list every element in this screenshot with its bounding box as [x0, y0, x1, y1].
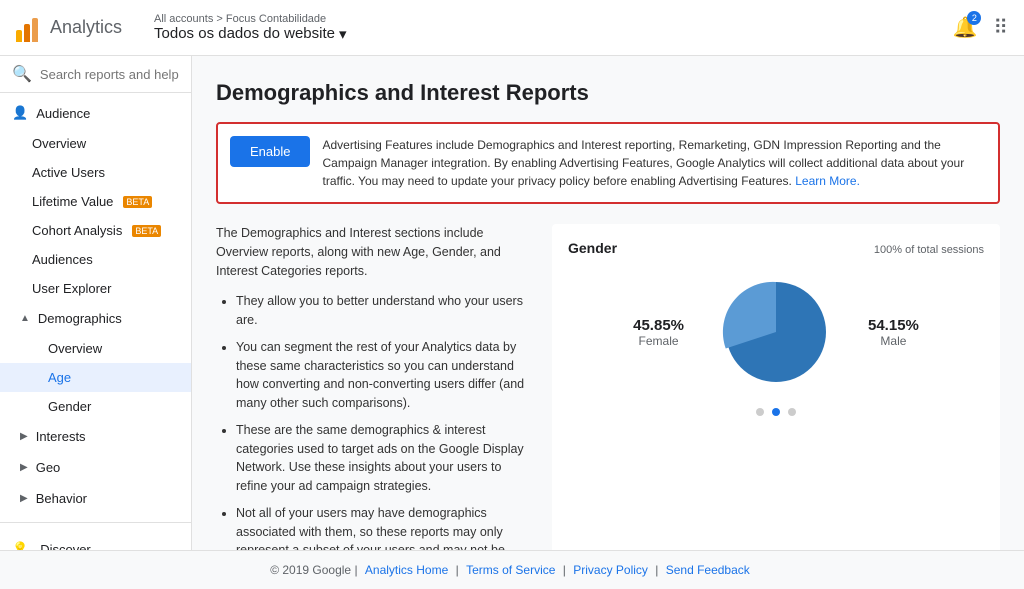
enable-description: Advertising Features include Demographic… [322, 136, 986, 190]
person-icon: 👤 [12, 105, 28, 121]
male-legend: 54.15% Male [868, 317, 919, 348]
female-pct: 45.85% [633, 317, 684, 334]
active-users-label: Active Users [32, 165, 105, 180]
demographics-label: Demographics [38, 311, 122, 326]
list-item: They allow you to better understand who … [236, 292, 536, 330]
grid-icon: ⠿ [993, 17, 1008, 39]
analytics-home-link[interactable]: Analytics Home [365, 563, 448, 577]
search-bar: 🔍 [0, 56, 191, 93]
sidebar-item-audience[interactable]: 👤 Audience [0, 97, 191, 129]
topbar: Analytics All accounts > Focus Contabili… [0, 0, 1024, 56]
overview-label: Overview [32, 136, 86, 151]
list-item: These are the same demographics & intere… [236, 421, 536, 496]
topbar-right: 🔔 2 ⠿ [952, 15, 1008, 40]
demo-gender-label: Gender [48, 399, 91, 414]
chart-panel: Gender 100% of total sessions 45.85% Fem… [552, 224, 1000, 550]
two-col-layout: The Demographics and Interest sections i… [216, 224, 1000, 550]
pie-svg [716, 272, 836, 392]
sidebar-item-demo-age[interactable]: Age [0, 363, 191, 392]
dots-navigation [568, 408, 984, 416]
account-selector[interactable]: Todos os dados do website ▾ [154, 25, 346, 43]
main-layout: 🔍 👤 Audience Overview Active Users Lifet… [0, 56, 1024, 550]
list-item: Not all of your users may have demograph… [236, 504, 536, 550]
list-item: You can segment the rest of your Analyti… [236, 338, 536, 413]
page-title: Demographics and Interest Reports [216, 80, 1000, 106]
audience-section: 👤 Audience Overview Active Users Lifetim… [0, 93, 191, 518]
footer-copy: © 2019 Google [270, 563, 351, 577]
search-icon: 🔍 [12, 64, 32, 84]
notifications-button[interactable]: 🔔 2 [952, 15, 977, 40]
chart-subtitle: 100% of total sessions [874, 244, 984, 256]
male-label: Male [868, 334, 919, 348]
cohort-analysis-label: Cohort Analysis [32, 223, 122, 238]
search-input[interactable] [40, 67, 179, 82]
app-title: Analytics [50, 17, 122, 38]
geo-label: Geo [36, 460, 61, 475]
content-area: Demographics and Interest Reports Enable… [192, 56, 1024, 550]
pie-container: 45.85% Female 54.15% [568, 272, 984, 392]
enable-desc-text: Advertising Features include Demographic… [322, 138, 964, 188]
sidebar-item-user-explorer[interactable]: User Explorer [0, 274, 191, 303]
dot-1[interactable] [756, 408, 764, 416]
grid-menu-button[interactable]: ⠿ [993, 15, 1008, 40]
sidebar-item-behavior[interactable]: ▶ Behavior [0, 483, 191, 514]
footer: © 2019 Google | Analytics Home | Terms o… [0, 550, 1024, 589]
male-pct: 54.15% [868, 317, 919, 334]
expand-icon-geo: ▶ [20, 462, 28, 473]
sidebar: 🔍 👤 Audience Overview Active Users Lifet… [0, 56, 192, 550]
demo-age-label: Age [48, 370, 71, 385]
lifetime-value-label: Lifetime Value [32, 194, 113, 209]
bullet-list: They allow you to better understand who … [216, 292, 536, 550]
audience-label: Audience [36, 106, 90, 121]
expand-icon: ▲ [20, 313, 30, 324]
enable-button[interactable]: Enable [230, 136, 310, 167]
breadcrumb-section: All accounts > Focus Contabilidade Todos… [154, 13, 346, 43]
beta-badge-2: BETA [132, 225, 161, 237]
left-column: The Demographics and Interest sections i… [216, 224, 536, 550]
pie-chart [716, 272, 836, 392]
sidebar-item-demo-gender[interactable]: Gender [0, 392, 191, 421]
intro-paragraph: The Demographics and Interest sections i… [216, 224, 536, 280]
sidebar-item-lifetime-value[interactable]: Lifetime Value BETA [0, 187, 191, 216]
audiences-label: Audiences [32, 252, 93, 267]
notification-badge: 2 [967, 11, 981, 25]
sidebar-item-overview[interactable]: Overview [0, 129, 191, 158]
sidebar-item-cohort-analysis[interactable]: Cohort Analysis BETA [0, 216, 191, 245]
interests-label: Interests [36, 429, 86, 444]
sidebar-item-geo[interactable]: ▶ Geo [0, 452, 191, 483]
breadcrumb: All accounts > Focus Contabilidade [154, 13, 346, 25]
female-label: Female [633, 334, 684, 348]
demo-overview-label: Overview [48, 341, 102, 356]
chart-title-row: Gender 100% of total sessions [568, 240, 984, 256]
sidebar-item-demographics[interactable]: ▲ Demographics [0, 303, 191, 334]
sidebar-bottom: 💡 Discover ⚙ Admin [0, 527, 191, 550]
expand-icon-interests: ▶ [20, 431, 28, 442]
dot-3[interactable] [788, 408, 796, 416]
account-name: Todos os dados do website [154, 25, 335, 42]
user-explorer-label: User Explorer [32, 281, 111, 296]
privacy-link[interactable]: Privacy Policy [573, 563, 648, 577]
dropdown-icon: ▾ [339, 25, 347, 43]
behavior-label: Behavior [36, 491, 87, 506]
enable-section: Enable Advertising Features include Demo… [216, 122, 1000, 204]
discover-icon: 💡 [12, 541, 28, 550]
expand-icon-behavior: ▶ [20, 493, 28, 504]
learn-more-link[interactable]: Learn More. [795, 174, 860, 188]
topbar-left: Analytics All accounts > Focus Contabili… [16, 13, 347, 43]
discover-label: Discover [40, 542, 91, 551]
feedback-link[interactable]: Send Feedback [666, 563, 750, 577]
chart-title: Gender [568, 240, 617, 256]
sidebar-item-audiences[interactable]: Audiences [0, 245, 191, 274]
sidebar-item-active-users[interactable]: Active Users [0, 158, 191, 187]
sidebar-item-interests[interactable]: ▶ Interests [0, 421, 191, 452]
beta-badge: BETA [123, 196, 152, 208]
sidebar-item-demo-overview[interactable]: Overview [0, 334, 191, 363]
female-legend: 45.85% Female [633, 317, 684, 348]
dot-2[interactable] [772, 408, 780, 416]
analytics-logo [16, 14, 38, 42]
sidebar-item-discover[interactable]: 💡 Discover [0, 531, 191, 550]
terms-link[interactable]: Terms of Service [466, 563, 555, 577]
